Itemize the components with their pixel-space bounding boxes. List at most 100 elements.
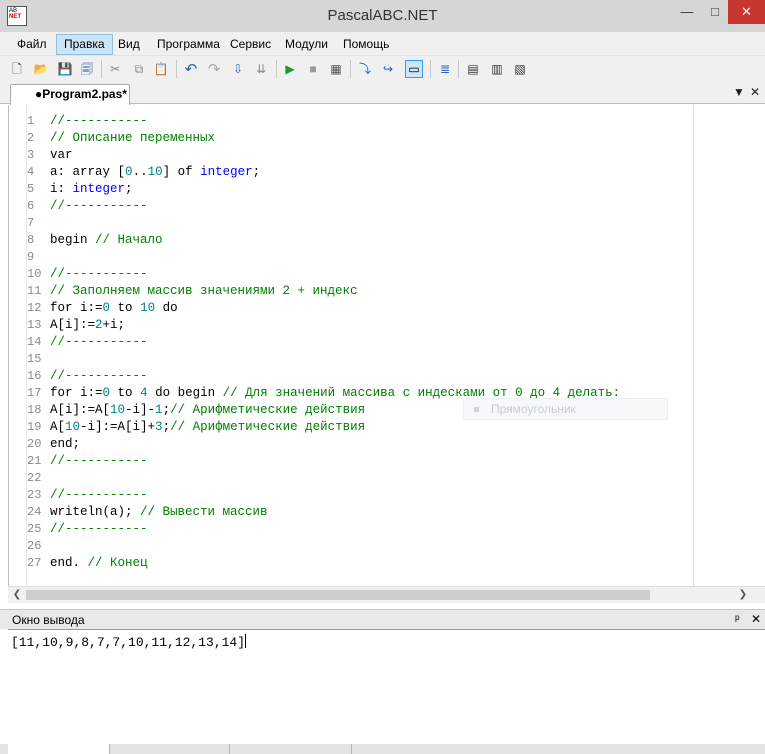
code-text: begin // Начало (50, 232, 163, 249)
code-text: //----------- (50, 453, 148, 470)
form-reports-icon[interactable]: ▧ (511, 60, 529, 78)
tab-error-list[interactable] (232, 744, 352, 754)
line-number: 19 (27, 420, 42, 434)
code-token: for (50, 386, 81, 400)
code-token: ; (162, 420, 171, 434)
code-token: array (72, 165, 118, 179)
code-line[interactable]: 22 (9, 470, 689, 487)
code-text: end. // Конец (50, 555, 148, 572)
form-events-icon[interactable]: ▥ (488, 60, 506, 78)
output-window-icon[interactable]: ▭ (405, 60, 423, 78)
form-designer-icon[interactable]: ▤ (464, 60, 482, 78)
save-all-icon[interactable]: 🗐 (78, 60, 96, 78)
paste-icon[interactable]: 📋 (152, 60, 170, 78)
copy-icon[interactable]: ⧉ (130, 60, 148, 78)
tab-compiler-messages[interactable] (112, 744, 230, 754)
scrollbar-thumb[interactable] (26, 590, 650, 600)
code-token: integer (200, 165, 253, 179)
code-line[interactable]: 11 // Заполняем массив значениями 2 + инд… (9, 283, 689, 300)
code-line[interactable]: 27 end. // Конец (9, 555, 689, 572)
step-into-icon[interactable]: ⤵ (356, 60, 374, 78)
code-token: i: (50, 182, 73, 196)
minimize-button[interactable]: — (672, 0, 702, 24)
code-line[interactable]: 7 (9, 215, 689, 232)
close-output-icon[interactable]: ✕ (751, 612, 761, 626)
code-line[interactable]: 23 //----------- (9, 487, 689, 504)
code-token: end (50, 437, 73, 451)
code-token: 0 (102, 301, 111, 315)
code-line[interactable]: 10 //----------- (9, 266, 689, 283)
scroll-left-icon[interactable]: ❮ (10, 588, 24, 602)
code-line[interactable]: 26 (9, 538, 689, 555)
code-line[interactable]: 14 //----------- (9, 334, 689, 351)
format-code-icon[interactable]: ≣ (436, 60, 454, 78)
tab-program2[interactable]: ●Program2.pas* (10, 84, 130, 105)
save-icon[interactable]: 💾 (56, 60, 74, 78)
compile-all-icon[interactable]: ⇊ (252, 60, 270, 78)
menu-file[interactable]: Файл (10, 34, 54, 55)
menu-view[interactable]: Вид (111, 34, 147, 55)
stop-icon[interactable]: ■ (304, 60, 322, 78)
code-line[interactable]: 16 //----------- (9, 368, 689, 385)
code-line[interactable]: 19 A[10-i]:=A[i]+3;// Арифметические дейс… (9, 419, 689, 436)
code-line[interactable]: 13 A[i]:=2+i; (9, 317, 689, 334)
cut-icon[interactable]: ✂ (106, 60, 124, 78)
toolbar: 🗋 📂 💾 🗐 ✂ ⧉ 📋 ↶ ↷ ⇩ ⇊ ▶ ■ ▦ ⤵ ↪ ▭ ≣ ▤ ▥ … (0, 56, 765, 82)
line-number: 2 (27, 131, 35, 145)
code-line[interactable]: 6 //----------- (9, 198, 689, 215)
redo-icon[interactable]: ↷ (205, 60, 223, 78)
maximize-button[interactable]: □ (700, 0, 730, 24)
new-file-icon[interactable]: 🗋 (8, 60, 26, 78)
scroll-right-icon[interactable]: ❯ (736, 588, 750, 602)
close-tab-icon[interactable]: ✕ (750, 85, 760, 99)
code-token: [ (117, 165, 126, 179)
menu-help[interactable]: Помощь (336, 34, 396, 55)
editor-horizontal-scrollbar[interactable]: ❮ ❯ (8, 586, 765, 603)
code-text: // Описание переменных (50, 130, 215, 147)
code-line[interactable]: 1 //----------- (9, 113, 689, 130)
tab-list-dropdown-icon[interactable]: ▼ (733, 85, 745, 99)
code-line[interactable]: 8 begin // Начало (9, 232, 689, 249)
code-editor[interactable]: 1 //----------- 2 // Описание переменных 3 va… (8, 105, 765, 586)
undo-icon[interactable]: ↶ (182, 60, 200, 78)
code-line[interactable]: 25 //----------- (9, 521, 689, 538)
open-folder-icon[interactable]: 📂 (32, 60, 50, 78)
code-line[interactable]: 4 a: array [0..10] of integer; (9, 164, 689, 181)
menu-service[interactable]: Сервис (223, 34, 278, 55)
code-text: //----------- (50, 334, 148, 351)
line-number: 22 (27, 471, 42, 485)
step-over-icon[interactable]: ↪ (379, 60, 397, 78)
menu-program[interactable]: Программа (150, 34, 227, 55)
code-line[interactable]: 21 //----------- (9, 453, 689, 470)
run-icon[interactable]: ▶ (281, 60, 299, 78)
tab-output-window[interactable] (8, 744, 110, 754)
code-line[interactable]: 9 (9, 249, 689, 266)
code-token: //----------- (50, 369, 148, 383)
compile-icon[interactable]: ⇩ (229, 60, 247, 78)
code-line[interactable]: 20 end; (9, 436, 689, 453)
rectangle-icon (474, 407, 479, 413)
line-number: 16 (27, 369, 42, 383)
debug-icon[interactable]: ▦ (327, 60, 345, 78)
code-token: // Арифметические действия (170, 420, 366, 434)
code-token: .. (132, 165, 148, 179)
code-line[interactable]: 12 for i:=0 to 10 do (9, 300, 689, 317)
output-window[interactable]: [11,10,9,8,7,7,10,11,12,13,14] (8, 629, 765, 744)
code-token: //----------- (50, 335, 148, 349)
close-window-button[interactable]: ✕ (728, 0, 765, 24)
line-number: 12 (27, 301, 42, 315)
menu-modules[interactable]: Модули (278, 34, 335, 55)
toolbar-separator (176, 60, 177, 78)
code-line[interactable]: 2 // Описание переменных (9, 130, 689, 147)
code-token: //----------- (50, 199, 148, 213)
code-line[interactable]: 24 writeln(a); // Вывести массив (9, 504, 689, 521)
menu-edit[interactable]: Правка (56, 34, 113, 55)
code-token: ] (162, 165, 178, 179)
pin-icon[interactable]: ᵖ (735, 612, 740, 626)
code-line[interactable]: 15 (9, 351, 689, 368)
line-number: 10 (27, 267, 42, 281)
code-line[interactable]: 5 i: integer; (9, 181, 689, 198)
code-line[interactable]: 3 var (9, 147, 689, 164)
line-number: 9 (27, 250, 35, 264)
code-token: 1 (155, 403, 163, 417)
